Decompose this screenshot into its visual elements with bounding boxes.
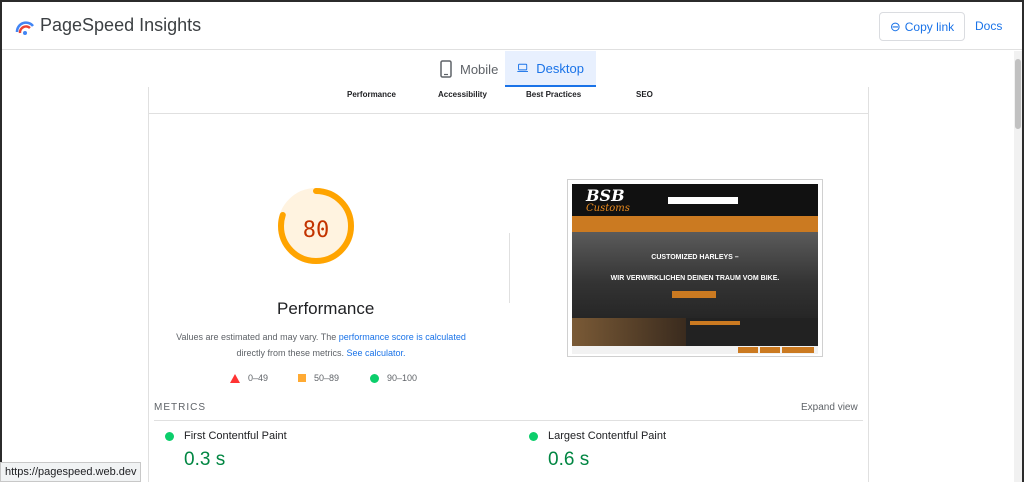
screenshot-logo-sub: Customs	[586, 203, 630, 214]
performance-description: Values are estimated and may vary. The p…	[168, 329, 474, 361]
copy-link-label: Copy link	[904, 19, 955, 34]
category-tabs: Performance Accessibility Best Practices…	[148, 87, 869, 114]
metrics-section-label: METRICS	[154, 402, 206, 413]
page-screenshot[interactable]: BSB Customs CUSTOMIZED HARLEYS – WIR VER…	[567, 179, 823, 357]
screenshot-hero-line-1: CUSTOMIZED HARLEYS –	[651, 254, 739, 261]
screenshot-cookie-button	[738, 347, 758, 353]
scrollbar-thumb[interactable]	[1015, 59, 1021, 129]
category-tab-accessibility[interactable]: Accessibility	[438, 90, 487, 99]
pagespeed-logo-icon	[15, 21, 34, 35]
link-hover-status: https://pagespeed.web.dev	[0, 462, 142, 482]
copy-link-button[interactable]: ⊖ Copy link	[879, 12, 965, 41]
desc-text-2: directly from these metrics.	[236, 348, 347, 358]
phone-icon	[440, 60, 452, 78]
vertical-divider	[509, 233, 510, 303]
expand-view-button[interactable]: Expand view	[801, 402, 858, 413]
triangle-icon	[230, 373, 240, 383]
screenshot-cookie-bar	[572, 346, 818, 354]
tab-desktop[interactable]: Desktop	[505, 51, 596, 87]
screenshot-section-label	[690, 321, 740, 325]
performance-score: 80	[302, 218, 330, 243]
legend-pass: 90–100	[370, 373, 417, 383]
desc-text-1: Values are estimated and may vary. The	[176, 332, 339, 342]
metrics-divider	[154, 420, 863, 421]
see-calculator-link[interactable]: See calculator.	[346, 348, 405, 358]
metric-lcp-value: 0.6 s	[548, 449, 590, 470]
screenshot-nav	[572, 216, 818, 232]
screenshot-hero-button	[672, 291, 716, 298]
screenshot-hero-line-2: WIR VERWIRKLICHEN DEINEN TRAUM VOM BIKE.	[610, 275, 780, 282]
category-tab-performance[interactable]: Performance	[347, 90, 396, 99]
circle-icon	[370, 373, 379, 383]
screenshot-cookie-button	[760, 347, 780, 353]
legend-average-label: 50–89	[314, 373, 340, 383]
score-calculated-link[interactable]: performance score is calculated	[339, 332, 466, 342]
category-tab-best-practices[interactable]: Best Practices	[526, 90, 581, 99]
legend-pass-label: 90–100	[387, 373, 418, 383]
screenshot-bike-image	[572, 318, 686, 346]
screenshot-hero: CUSTOMIZED HARLEYS – WIR VERWIRKLICHEN D…	[572, 232, 818, 318]
link-icon: ⊖	[889, 18, 901, 34]
docs-link[interactable]: Docs	[975, 19, 1002, 33]
screenshot-content	[572, 318, 818, 346]
screenshot-search-bar	[668, 197, 738, 204]
category-tab-seo[interactable]: SEO	[636, 90, 653, 99]
square-icon	[298, 374, 306, 382]
laptop-icon	[517, 63, 528, 72]
tab-mobile-label: Mobile	[460, 61, 499, 77]
app-title: PageSpeed Insights	[40, 15, 202, 35]
page-scrollbar[interactable]	[1014, 51, 1022, 482]
tab-desktop-label: Desktop	[536, 60, 584, 76]
metric-fcp-name: First Contentful Paint	[184, 430, 287, 442]
legend-fail: 0–49	[230, 373, 268, 383]
metric-lcp-name: Largest Contentful Paint	[548, 430, 667, 442]
screenshot-header: BSB Customs	[572, 184, 818, 216]
legend-fail-label: 0–49	[248, 373, 269, 383]
screenshot-cookie-button	[782, 347, 814, 353]
pass-circle-icon	[529, 432, 538, 441]
tab-mobile[interactable]: Mobile	[428, 51, 510, 87]
metric-fcp-value: 0.3 s	[184, 449, 226, 470]
legend-average: 50–89	[298, 373, 339, 383]
pass-circle-icon	[165, 432, 174, 441]
top-bar: PageSpeed Insights ⊖ Copy link Docs	[2, 2, 1022, 50]
performance-title: Performance	[277, 299, 375, 318]
